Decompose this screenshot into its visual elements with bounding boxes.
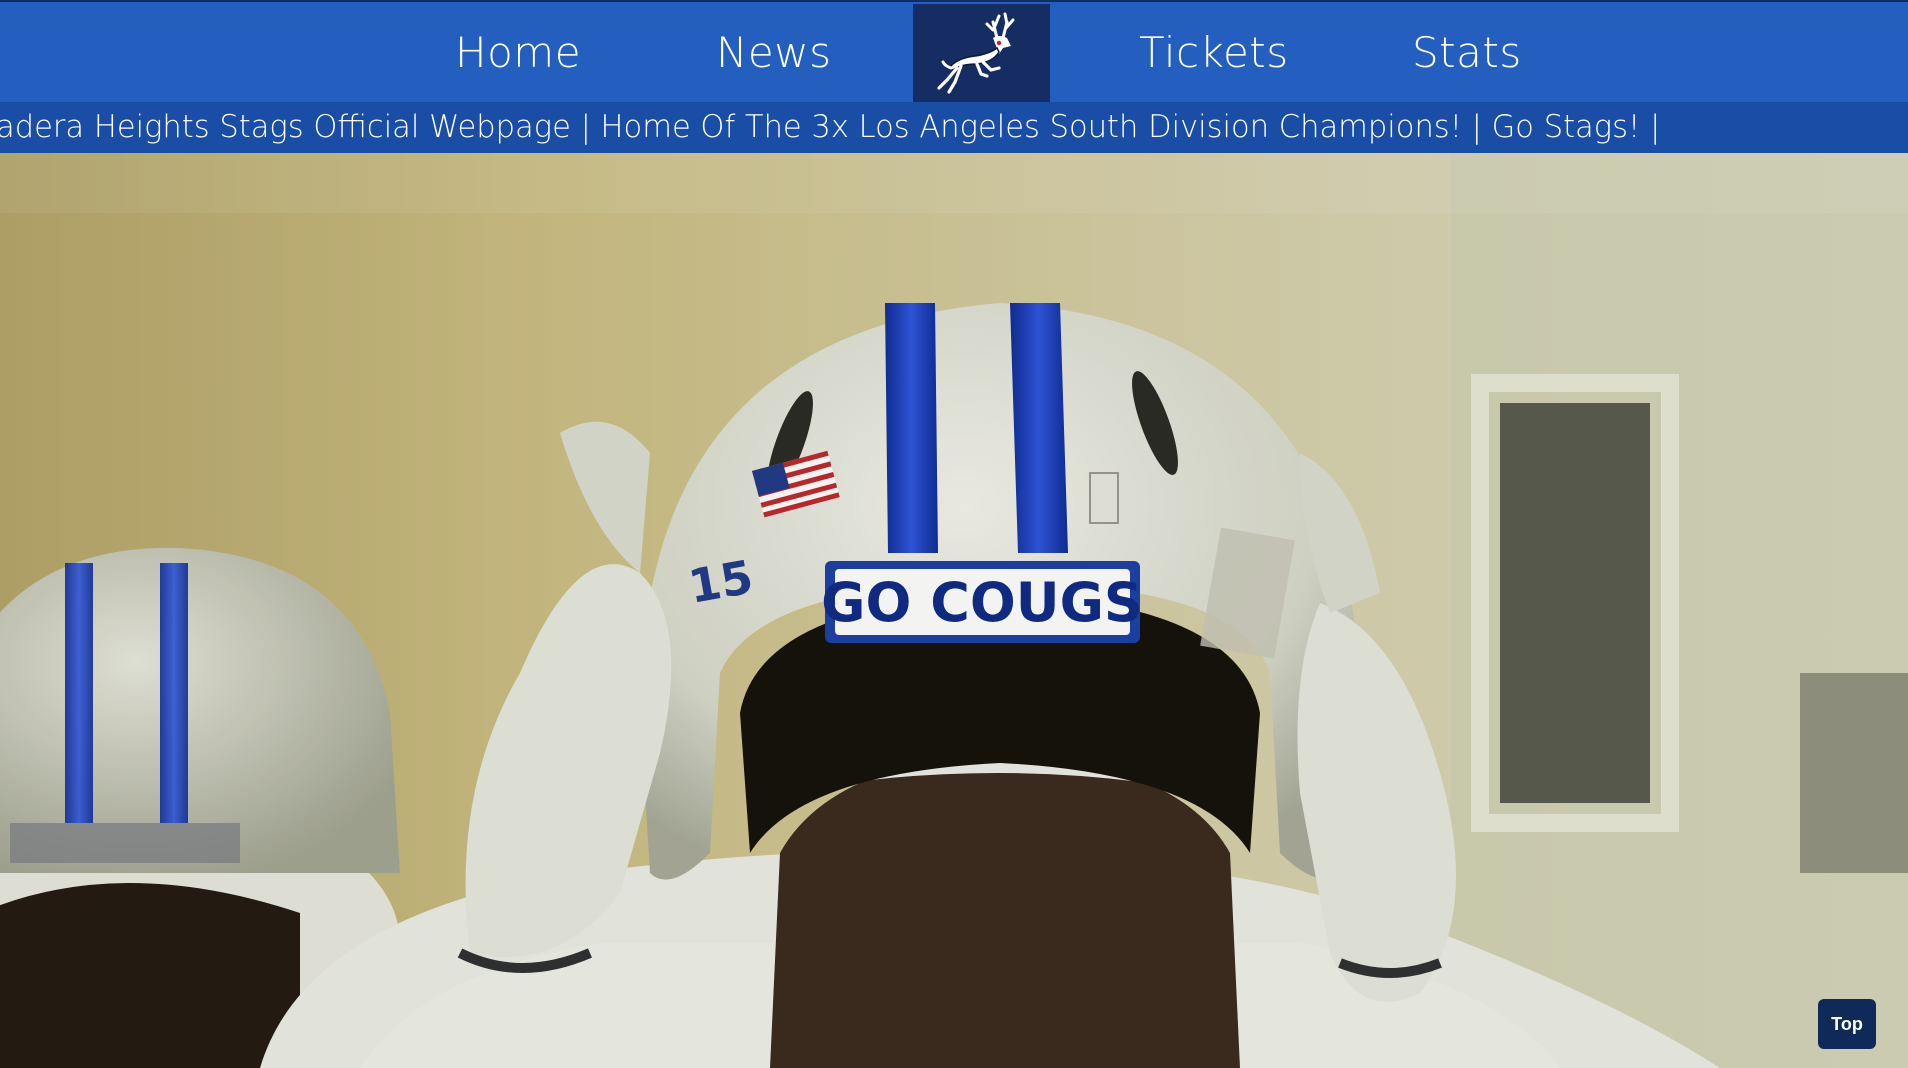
announcement-ticker: adera Heights Stags Official Webpage | H…: [0, 102, 1908, 153]
stags-logo[interactable]: [913, 4, 1050, 104]
nav-link-stats[interactable]: Stats: [1412, 2, 1522, 104]
nav-link-tickets[interactable]: Tickets: [1139, 2, 1289, 104]
hero-image: 15 GO COUGS: [0, 153, 1908, 1068]
ticker-text: adera Heights Stags Official Webpage | H…: [0, 109, 1661, 145]
scroll-to-top-button[interactable]: Top: [1818, 999, 1876, 1049]
hero-video: 15 GO COUGS: [0, 153, 1908, 1068]
nav-link-home[interactable]: Home: [455, 2, 581, 104]
stag-icon: [936, 12, 1014, 94]
top-navbar: Home News Tickets Stats: [0, 0, 1908, 104]
nav-link-news[interactable]: News: [716, 2, 832, 104]
